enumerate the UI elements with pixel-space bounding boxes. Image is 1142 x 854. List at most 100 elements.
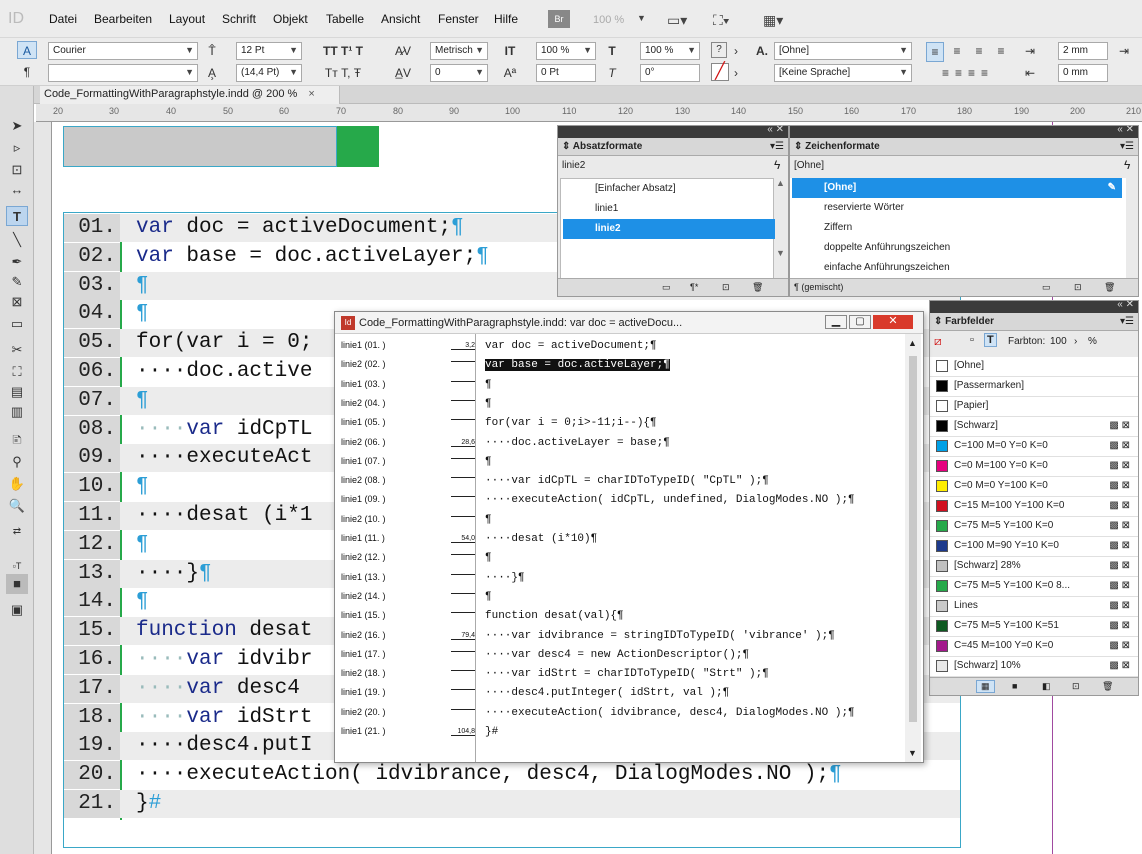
scrollbar[interactable]: ▲ ▼ — [776, 178, 786, 288]
story-code[interactable]: ····desc4.putInteger( idStrt, val );¶ — [485, 687, 729, 699]
gradient-swatches-icon[interactable]: ◧ — [1042, 681, 1051, 692]
panel-close-icon[interactable]: « ✕ — [1117, 124, 1134, 135]
help-icon[interactable]: ? — [711, 42, 727, 58]
panel-menu-icon[interactable]: ▾☰ — [1120, 141, 1134, 152]
story-code[interactable]: ····var idvibrance = stringIDToTypeID( '… — [485, 630, 835, 642]
code-line[interactable]: 21.}# — [64, 790, 960, 818]
container-icon[interactable]: ▫ — [970, 334, 974, 346]
menu-bearbeiten[interactable]: Bearbeiten — [94, 12, 152, 26]
menu-layout[interactable]: Layout — [169, 12, 205, 26]
font-style-select[interactable]: ▼ — [48, 64, 198, 82]
tracking-field[interactable]: 0 ▼ — [430, 64, 488, 82]
paragraph-controls-icon[interactable]: ¶ — [17, 63, 37, 81]
grey-rectangle[interactable] — [63, 126, 337, 167]
free-transform-tool-icon[interactable]: ⛶ — [6, 362, 28, 382]
swatch-row[interactable]: C=100 M=0 Y=0 K=0 ▩ ⊠ — [930, 437, 1138, 457]
line-tool-icon[interactable]: ╲ — [6, 230, 28, 250]
story-code[interactable]: function desat(val){¶ — [485, 610, 624, 622]
menu-schrift[interactable]: Schrift — [222, 12, 256, 26]
gradient-feather-tool-icon[interactable]: ▥ — [6, 402, 28, 422]
swatch-row[interactable]: C=75 M=5 Y=100 K=0 ▩ ⊠ — [930, 517, 1138, 537]
formatting-container-icon[interactable]: ▫T — [6, 556, 28, 576]
small-caps-icon[interactable]: Tт T, Ŧ — [318, 64, 368, 82]
swatch-row[interactable]: [Passermarken] — [930, 377, 1138, 397]
new-swatch-icon[interactable]: ⊡ — [1072, 681, 1080, 692]
story-code[interactable]: ····desat (i*10)¶ — [485, 533, 597, 545]
menu-tabelle[interactable]: Tabelle — [326, 12, 364, 26]
paragraph-style-item-selected[interactable]: linie2 — [563, 219, 775, 239]
character-style-item[interactable]: doppelte Anführungszeichen — [792, 238, 1122, 258]
align-right-icon[interactable]: ≡ — [970, 42, 988, 60]
paragraph-style-item[interactable]: [Einfacher Absatz] — [563, 179, 775, 199]
trash-icon[interactable]: 🗑 — [1104, 282, 1115, 293]
gap-tool-icon[interactable]: ↔ — [6, 180, 28, 200]
tint-value[interactable]: 100 — [1050, 336, 1067, 347]
screen-mode-icon[interactable]: ⛶▾ — [712, 11, 731, 29]
menu-ansicht[interactable]: Ansicht — [381, 12, 420, 26]
trash-icon[interactable]: 🗑 — [1102, 681, 1113, 692]
panel-close-icon[interactable]: « ✕ — [767, 124, 784, 135]
kerning-field[interactable]: Metrisch ▼ — [430, 42, 488, 60]
story-code[interactable]: var doc = activeDocument;¶ — [485, 340, 657, 352]
lightning-icon[interactable]: ϟ — [1124, 158, 1130, 172]
menu-datei[interactable]: Datei — [49, 12, 77, 26]
story-code[interactable]: ¶ — [485, 398, 492, 410]
note-tool-icon[interactable]: 🗈 — [6, 430, 28, 450]
stroke-none-icon[interactable]: ╱ — [711, 63, 729, 81]
story-code[interactable]: var base = doc.activeLayer;¶ — [485, 359, 670, 372]
leading-field[interactable]: (14,4 Pt) ▼ — [236, 64, 302, 82]
close-tab-icon[interactable]: × — [308, 88, 314, 100]
swatch-row[interactable]: C=0 M=100 Y=0 K=0 ▩ ⊠ — [930, 457, 1138, 477]
first-line-indent-field[interactable]: 0 mm — [1058, 64, 1108, 82]
swatch-row[interactable]: Lines ▩ ⊠ — [930, 597, 1138, 617]
chevron-right-icon[interactable]: › — [731, 42, 741, 60]
pencil-tool-icon[interactable]: ✎ — [6, 272, 28, 292]
document-tab[interactable]: Code_FormattingWithParagraphstyle.indd @… — [40, 86, 340, 104]
fill-stroke-swap-icon[interactable]: ⇄ — [6, 522, 28, 542]
paragraph-style-item[interactable]: linie1 — [563, 199, 775, 219]
story-code[interactable]: ····executeAction( idvibrance, desc4, Di… — [485, 707, 855, 719]
folder-icon[interactable]: ▭ — [662, 282, 671, 293]
story-code[interactable]: ¶ — [485, 514, 492, 526]
normal-view-icon[interactable]: ■ — [6, 574, 28, 594]
swatches-tab[interactable]: ⇕ Farbfelder ▾☰ — [930, 313, 1138, 331]
gradient-tool-icon[interactable]: ▤ — [6, 382, 28, 402]
character-style-item-selected[interactable]: [Ohne] ✎ — [792, 178, 1122, 198]
horizontal-scale-field[interactable]: 100 % ▼ — [640, 42, 700, 60]
character-style-item[interactable]: einfache Anführungszeichen — [792, 258, 1122, 278]
color-swatches-icon[interactable]: ■ — [1012, 681, 1017, 691]
swatch-row[interactable]: [Ohne] — [930, 357, 1138, 377]
all-caps-icon[interactable]: TT T¹ T — [318, 42, 368, 60]
menu-hilfe[interactable]: Hilfe — [494, 12, 518, 26]
swatch-row[interactable]: C=0 M=0 Y=100 K=0 ▩ ⊠ — [930, 477, 1138, 497]
text-format-icon[interactable]: T — [984, 333, 997, 347]
character-controls-icon[interactable]: A — [17, 41, 37, 59]
minimize-icon[interactable]: ▁ — [825, 315, 847, 329]
swatch-row[interactable]: C=45 M=100 Y=0 K=0 ▩ ⊠ — [930, 637, 1138, 657]
justify-icons[interactable]: ≡≡≡≡ — [926, 64, 1010, 82]
direct-selection-tool-icon[interactable]: ▹ — [6, 138, 28, 158]
screen-mode-tool-icon[interactable]: ▣ — [6, 600, 28, 620]
font-size-field[interactable]: 12 Pt ▼ — [236, 42, 302, 60]
folder-icon[interactable]: ▭ — [1042, 282, 1051, 293]
story-code[interactable]: ····var desc4 = new ActionDescriptor();¶ — [485, 649, 749, 661]
show-all-swatches-icon[interactable]: ▦ — [976, 680, 995, 693]
trash-icon[interactable]: 🗑 — [752, 282, 763, 293]
page-tool-icon[interactable]: ⊡ — [6, 160, 28, 180]
skew-field[interactable]: 0° — [640, 64, 700, 82]
lightning-icon[interactable]: ϟ — [774, 158, 780, 172]
story-code[interactable]: ····doc.activeLayer = base;¶ — [485, 437, 670, 449]
bridge-button[interactable]: Br — [548, 10, 570, 28]
swatch-row[interactable]: [Schwarz] 10% ▩ ⊠ — [930, 657, 1138, 677]
story-code[interactable]: ····}¶ — [485, 572, 525, 584]
rectangle-tool-icon[interactable]: ▭ — [6, 314, 28, 334]
green-rectangle[interactable] — [337, 126, 379, 167]
zoom-dropdown-icon[interactable]: ▼ — [636, 12, 647, 30]
fill-stroke-icon[interactable]: ⧄ — [934, 334, 942, 349]
character-styles-tab[interactable]: ⇕ Zeichenformate ▾☰ — [790, 138, 1138, 156]
swatch-row[interactable]: C=100 M=90 Y=10 K=0 ▩ ⊠ — [930, 537, 1138, 557]
vertical-scale-field[interactable]: 100 % ▼ — [536, 42, 596, 60]
swatch-row[interactable]: [Schwarz] 28% ▩ ⊠ — [930, 557, 1138, 577]
swatch-row[interactable]: [Papier] — [930, 397, 1138, 417]
panel-close-icon[interactable]: « ✕ — [1117, 299, 1134, 310]
